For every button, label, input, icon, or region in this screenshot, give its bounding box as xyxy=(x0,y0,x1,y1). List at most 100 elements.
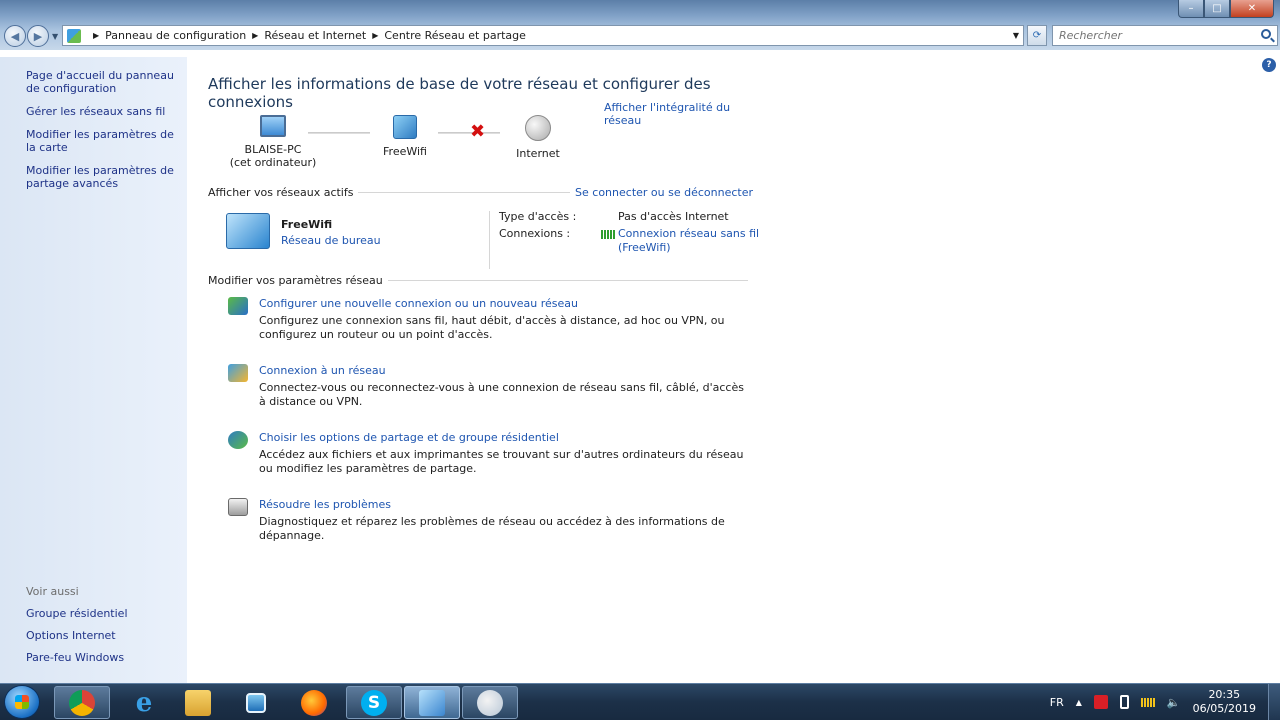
node-computer[interactable]: BLAISE-PC (cet ordinateur) xyxy=(228,115,318,169)
connect-disconnect-link[interactable]: Se connecter ou se déconnecter xyxy=(575,186,753,199)
skype-icon: S xyxy=(361,689,387,716)
see-also-windows-firewall[interactable]: Pare-feu Windows xyxy=(26,651,178,664)
language-indicator[interactable]: FR xyxy=(1050,696,1064,709)
computer-subtitle: (cet ordinateur) xyxy=(229,156,317,169)
media-player-icon xyxy=(246,692,266,713)
control-panel-icon xyxy=(419,689,445,716)
wifi-signal-icon xyxy=(601,230,615,239)
minimize-button[interactable]: – xyxy=(1178,0,1204,18)
taskbar-firefox[interactable] xyxy=(286,686,342,719)
task-list: Configurer une nouvelle connexion ou un … xyxy=(208,297,753,543)
search-input[interactable] xyxy=(1059,29,1249,42)
taskbar: e S FR ▲ 🔈 20:35 06/05/2019 xyxy=(0,683,1280,720)
connection-line xyxy=(438,132,500,134)
taskbar-internet-explorer[interactable]: e xyxy=(116,686,172,719)
taskbar-chrome[interactable] xyxy=(54,686,110,719)
sidebar-link-adapter-settings[interactable]: Modifier les paramètres de la carte xyxy=(26,128,178,154)
connection-link[interactable]: Connexion réseau sans fil (FreeWifi) xyxy=(601,227,761,255)
sidebar-link-manage-wireless[interactable]: Gérer les réseaux sans fil xyxy=(26,105,178,118)
recent-pages-dropdown-icon[interactable]: ▼ xyxy=(52,32,58,41)
homegroup-icon xyxy=(228,431,248,449)
network-node-label: FreeWifi xyxy=(383,145,427,158)
active-network-panel: FreeWifi Réseau de bureau Type d'accès :… xyxy=(208,199,759,273)
see-also-internet-options[interactable]: Options Internet xyxy=(26,629,178,642)
forward-button[interactable]: ▶ xyxy=(27,25,49,47)
see-also-heading: Voir aussi xyxy=(26,585,79,598)
back-button[interactable]: ◀ xyxy=(4,25,26,47)
see-also-section: Voir aussi Groupe résidentiel Options In… xyxy=(26,585,178,673)
see-also-homegroup[interactable]: Groupe résidentiel xyxy=(26,607,178,620)
taskbar-control-panel[interactable] xyxy=(404,686,460,719)
search-box[interactable] xyxy=(1052,25,1278,46)
connect-network-icon xyxy=(228,364,248,382)
chevron-right-icon[interactable]: ▶ xyxy=(252,31,258,40)
window-controls: – □ ✕ xyxy=(1178,0,1274,18)
breadcrumb-control-panel[interactable]: Panneau de configuration xyxy=(105,29,246,42)
taskbar-media-player[interactable] xyxy=(228,686,284,719)
office-network-icon[interactable] xyxy=(226,213,270,249)
connection-line xyxy=(308,132,370,134)
task-title-link[interactable]: Choisir les options de partage et de gro… xyxy=(259,431,559,444)
clock[interactable]: 20:35 06/05/2019 xyxy=(1193,688,1256,716)
help-icon[interactable]: ? xyxy=(1262,58,1276,72)
sidebar-link-advanced-sharing[interactable]: Modifier les paramètres de partage avanc… xyxy=(26,164,178,190)
taskbar-skype[interactable]: S xyxy=(346,686,402,719)
divider xyxy=(387,279,748,281)
clock-time: 20:35 xyxy=(1208,688,1241,701)
address-bar[interactable]: ▶ Panneau de configuration ▶ Réseau et I… xyxy=(62,25,1024,46)
taskbar-file-explorer[interactable] xyxy=(170,686,226,719)
node-freewifi[interactable]: FreeWifi xyxy=(372,115,438,158)
globe-icon xyxy=(525,115,551,141)
chrome-icon xyxy=(69,689,95,716)
title-bar: – □ ✕ ◀ ▶ ▼ ▶ Panneau de configuration ▶… xyxy=(0,0,1280,50)
connection-link-text[interactable]: Connexion réseau sans fil (FreeWifi) xyxy=(618,227,761,255)
battery-icon[interactable] xyxy=(1119,695,1129,709)
computer-icon xyxy=(260,115,286,137)
divider xyxy=(358,191,571,193)
network-map: BLAISE-PC (cet ordinateur) FreeWifi ✖ In… xyxy=(208,115,753,185)
task-description: Configurez une connexion sans fil, haut … xyxy=(259,314,725,341)
task-connect-network: Connexion à un réseau Connectez-vous ou … xyxy=(208,364,753,409)
maximize-button[interactable]: □ xyxy=(1204,0,1230,18)
system-tray: FR ▲ 🔈 20:35 06/05/2019 xyxy=(1044,684,1280,720)
troubleshoot-icon xyxy=(228,498,248,516)
antivirus-icon[interactable] xyxy=(1093,695,1108,709)
breadcrumb-network-internet[interactable]: Réseau et Internet xyxy=(264,29,366,42)
taskbar-paint[interactable] xyxy=(462,686,518,719)
show-desktop-button[interactable] xyxy=(1268,684,1280,720)
sidebar-link-control-panel-home[interactable]: Page d'accueil du panneau de configurati… xyxy=(26,69,178,95)
navigation-row: ◀ ▶ ▼ ▶ Panneau de configuration ▶ Résea… xyxy=(0,24,1280,48)
active-network-name: FreeWifi xyxy=(281,218,333,231)
task-title-link[interactable]: Connexion à un réseau xyxy=(259,364,386,377)
access-type-value: Pas d'accès Internet xyxy=(618,210,729,223)
start-button[interactable] xyxy=(4,685,40,719)
settings-title: Modifier vos paramètres réseau xyxy=(208,273,383,287)
task-title-link[interactable]: Résoudre les problèmes xyxy=(259,498,391,511)
breadcrumb-network-sharing-center[interactable]: Centre Réseau et partage xyxy=(384,29,526,42)
chevron-right-icon[interactable]: ▶ xyxy=(372,31,378,40)
breadcrumb: ▶ Panneau de configuration ▶ Réseau et I… xyxy=(87,29,526,42)
task-description: Connectez-vous ou reconnectez-vous à une… xyxy=(259,381,744,408)
task-title-link[interactable]: Configurer une nouvelle connexion ou un … xyxy=(259,297,578,310)
network-type-link[interactable]: Réseau de bureau xyxy=(281,234,381,247)
paint-icon xyxy=(477,689,503,716)
internet-explorer-icon: e xyxy=(135,687,153,718)
task-sharing-options: Choisir les options de partage et de gro… xyxy=(208,431,753,476)
node-internet[interactable]: Internet xyxy=(506,115,570,160)
folder-icon xyxy=(185,689,211,716)
task-description: Diagnostiquez et réparez les problèmes d… xyxy=(259,515,725,542)
internet-node-label: Internet xyxy=(516,147,560,160)
connections-label: Connexions : xyxy=(499,227,571,240)
address-dropdown-icon[interactable]: ▼ xyxy=(1013,31,1019,40)
settings-header: Modifier vos paramètres réseau xyxy=(208,273,753,287)
show-hidden-icons-icon[interactable]: ▲ xyxy=(1076,698,1082,707)
close-button[interactable]: ✕ xyxy=(1230,0,1274,18)
chevron-right-icon: ▶ xyxy=(93,31,100,40)
refresh-button[interactable]: ⟳ xyxy=(1027,25,1047,46)
clock-date: 06/05/2019 xyxy=(1192,702,1256,715)
firefox-icon xyxy=(301,689,327,716)
search-icon[interactable] xyxy=(1261,29,1271,39)
network-icon xyxy=(393,115,417,139)
network-signal-icon[interactable] xyxy=(1140,697,1155,707)
volume-icon[interactable]: 🔈 xyxy=(1167,696,1181,709)
